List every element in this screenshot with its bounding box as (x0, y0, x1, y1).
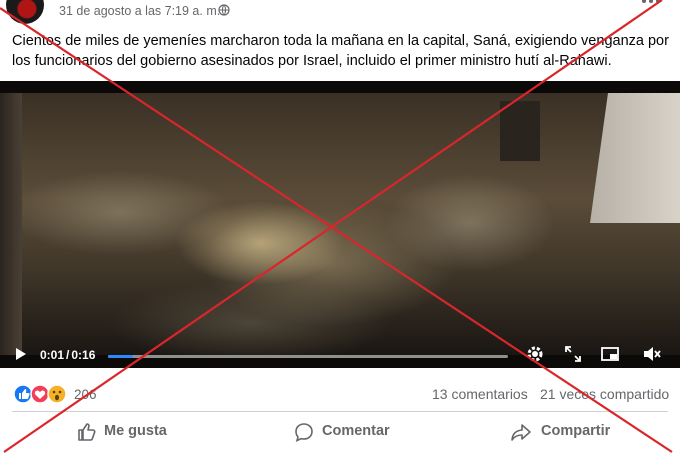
time-display: 0:01/0:16 (40, 348, 95, 362)
fullscreen-icon[interactable] (563, 344, 583, 364)
building-mid (500, 101, 540, 161)
picture-in-picture-icon[interactable] (600, 344, 620, 364)
reactions-count[interactable]: 206 (74, 387, 97, 402)
wow-icon (47, 384, 67, 404)
like-button[interactable]: Me gusta (60, 414, 210, 450)
share-label: Compartir (541, 423, 611, 439)
divider (12, 411, 668, 412)
play-icon[interactable] (15, 347, 27, 361)
video-player[interactable]: 0:01/0:16 (0, 81, 680, 368)
video-controls: 0:01/0:16 (0, 339, 680, 368)
share-arrow-icon (511, 424, 531, 441)
building-left (0, 93, 22, 355)
video-frame[interactable] (0, 93, 680, 355)
post-date[interactable]: 31 de agosto a las 7:19 a. m. (59, 4, 220, 18)
settings-gear-icon[interactable] (525, 344, 545, 364)
post-header: 31 de agosto a las 7:19 a. m. · (0, 0, 680, 26)
duration: 0:16 (71, 348, 96, 362)
reaction-icons[interactable] (13, 384, 73, 404)
thumbs-up-icon (78, 423, 96, 441)
avatar[interactable] (6, 0, 44, 24)
comments-count[interactable]: 13 comentarios (432, 386, 528, 402)
current-time: 0:01 (40, 348, 65, 362)
progress-bar[interactable] (108, 355, 508, 358)
comment-button[interactable]: Comentar (280, 414, 430, 450)
like-label: Me gusta (104, 423, 167, 439)
actions-row: Me gusta Comentar Compartir (0, 414, 680, 450)
engagement-row: 206 13 comentarios 21 veces compartido (0, 381, 680, 407)
mute-icon[interactable] (642, 344, 662, 364)
comment-bubble-icon (295, 423, 313, 442)
comment-label: Comentar (322, 423, 390, 439)
time-separator: / (66, 348, 70, 362)
shares-count[interactable]: 21 veces compartido (540, 386, 669, 402)
post-text: Cientos de miles de yemeníes marcharon t… (12, 33, 669, 69)
globe-icon (218, 4, 230, 16)
like-icon (13, 384, 33, 404)
post-timestamp[interactable]: 31 de agosto a las 7:19 a. m. · (59, 4, 230, 18)
love-icon (30, 384, 50, 404)
more-options-icon[interactable] (640, 0, 662, 8)
share-button[interactable]: Compartir (500, 414, 650, 450)
progress-fill (108, 355, 133, 358)
